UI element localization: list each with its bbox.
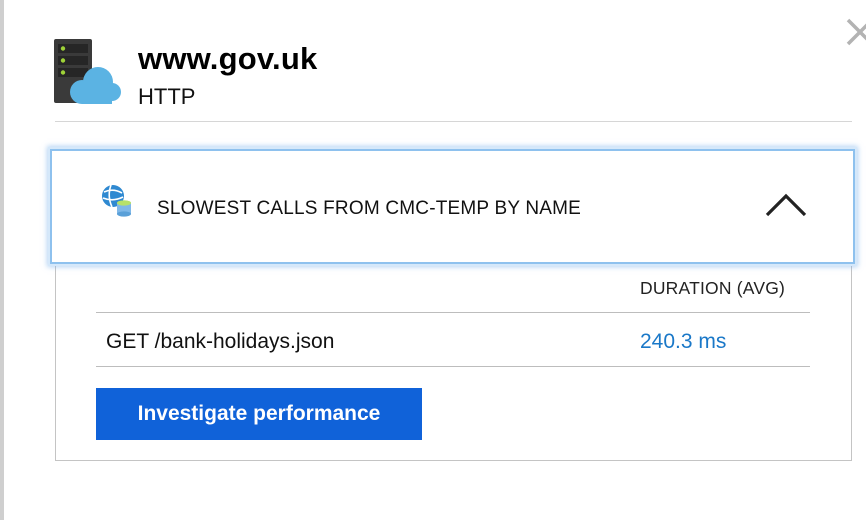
- header-divider: [55, 121, 852, 122]
- close-icon[interactable]: [842, 12, 866, 46]
- page-subtitle: HTTP: [138, 84, 196, 109]
- call-duration-link[interactable]: 240.3 ms: [640, 329, 726, 355]
- app-insights-icon: [100, 183, 134, 219]
- server-cloud-icon: [52, 37, 122, 107]
- chevron-up-icon[interactable]: [764, 191, 808, 219]
- duration-column-header: DURATION (AVG): [640, 278, 786, 298]
- call-name: GET /bank-holidays.json: [106, 330, 335, 353]
- page-title: www.gov.uk: [138, 41, 318, 76]
- table-header-divider: [96, 312, 810, 313]
- slowest-calls-section-header[interactable]: SLOWEST CALLS FROM CMC-TEMP BY NAME: [50, 149, 855, 264]
- table-row-divider: [96, 366, 810, 367]
- investigate-performance-button[interactable]: Investigate performance: [96, 388, 422, 440]
- section-title: SLOWEST CALLS FROM CMC-TEMP BY NAME: [157, 198, 582, 219]
- window-edge: [0, 0, 4, 520]
